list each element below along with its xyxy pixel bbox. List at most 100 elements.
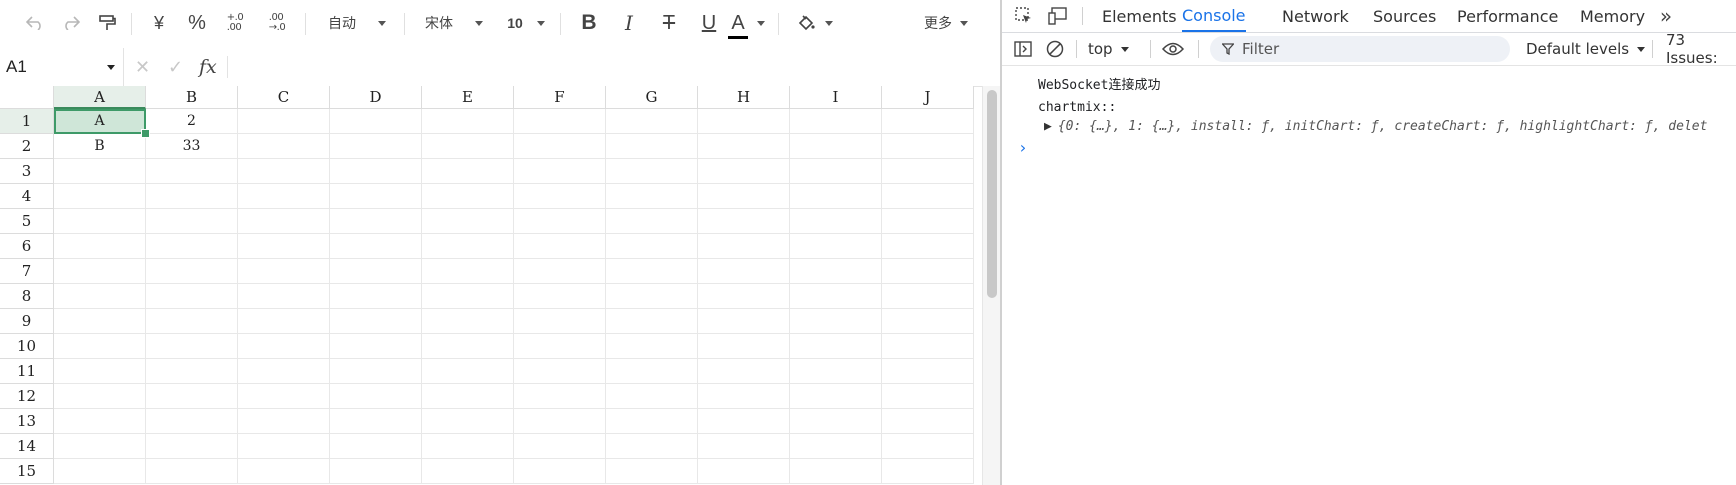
cell-g15[interactable] bbox=[606, 459, 698, 484]
cell-i15[interactable] bbox=[790, 459, 882, 484]
cell-d3[interactable] bbox=[330, 159, 422, 184]
cell-c10[interactable] bbox=[238, 334, 330, 359]
cell-g14[interactable] bbox=[606, 434, 698, 459]
cell-j4[interactable] bbox=[882, 184, 974, 209]
cell-d14[interactable] bbox=[330, 434, 422, 459]
cell-f6[interactable] bbox=[514, 234, 606, 259]
row-header-9[interactable]: 9 bbox=[0, 309, 54, 334]
cell-d2[interactable] bbox=[330, 134, 422, 159]
bold-button[interactable]: B bbox=[574, 0, 604, 46]
cell-d15[interactable] bbox=[330, 459, 422, 484]
cell-g6[interactable] bbox=[606, 234, 698, 259]
cell-j13[interactable] bbox=[882, 409, 974, 434]
cell-a9[interactable] bbox=[54, 309, 146, 334]
confirm-formula-button[interactable]: ✓ bbox=[168, 48, 183, 86]
inspect-element-button[interactable] bbox=[1010, 0, 1038, 32]
cell-h1[interactable] bbox=[698, 109, 790, 134]
cell-g9[interactable] bbox=[606, 309, 698, 334]
column-header-a[interactable]: A bbox=[54, 86, 146, 109]
cell-g13[interactable] bbox=[606, 409, 698, 434]
formula-input[interactable] bbox=[232, 48, 992, 86]
cell-e5[interactable] bbox=[422, 209, 514, 234]
row-header-15[interactable]: 15 bbox=[0, 459, 54, 484]
cell-g3[interactable] bbox=[606, 159, 698, 184]
cancel-formula-button[interactable]: ✕ bbox=[135, 48, 150, 86]
cell-e2[interactable] bbox=[422, 134, 514, 159]
more-tabs-button[interactable]: » bbox=[1654, 0, 1678, 32]
cell-g8[interactable] bbox=[606, 284, 698, 309]
cell-f13[interactable] bbox=[514, 409, 606, 434]
cell-j15[interactable] bbox=[882, 459, 974, 484]
format-painter-button[interactable] bbox=[92, 0, 122, 46]
cell-g10[interactable] bbox=[606, 334, 698, 359]
redo-button[interactable] bbox=[56, 0, 86, 46]
column-header-d[interactable]: D bbox=[330, 86, 422, 109]
expand-triangle-icon[interactable]: ▶ bbox=[1044, 119, 1052, 134]
cell-j14[interactable] bbox=[882, 434, 974, 459]
cell-f3[interactable] bbox=[514, 159, 606, 184]
cell-c9[interactable] bbox=[238, 309, 330, 334]
cell-a15[interactable] bbox=[54, 459, 146, 484]
column-header-j[interactable]: J bbox=[882, 86, 974, 109]
column-header-h[interactable]: H bbox=[698, 86, 790, 109]
cell-c11[interactable] bbox=[238, 359, 330, 384]
cell-e6[interactable] bbox=[422, 234, 514, 259]
font-family-select[interactable]: 宋体 bbox=[414, 0, 494, 46]
cell-h10[interactable] bbox=[698, 334, 790, 359]
cell-b14[interactable] bbox=[146, 434, 238, 459]
cell-e1[interactable] bbox=[422, 109, 514, 134]
cell-i12[interactable] bbox=[790, 384, 882, 409]
fill-color-button[interactable] bbox=[792, 0, 838, 46]
cell-e13[interactable] bbox=[422, 409, 514, 434]
cell-j6[interactable] bbox=[882, 234, 974, 259]
cell-i13[interactable] bbox=[790, 409, 882, 434]
cell-j5[interactable] bbox=[882, 209, 974, 234]
cell-j2[interactable] bbox=[882, 134, 974, 159]
cell-b3[interactable] bbox=[146, 159, 238, 184]
cell-c15[interactable] bbox=[238, 459, 330, 484]
cell-a1[interactable]: A bbox=[54, 109, 146, 134]
row-header-12[interactable]: 12 bbox=[0, 384, 54, 409]
cell-h12[interactable] bbox=[698, 384, 790, 409]
cell-j7[interactable] bbox=[882, 259, 974, 284]
more-button[interactable]: 更多 bbox=[918, 0, 974, 46]
cell-i14[interactable] bbox=[790, 434, 882, 459]
cell-f10[interactable] bbox=[514, 334, 606, 359]
cell-b9[interactable] bbox=[146, 309, 238, 334]
cell-a4[interactable] bbox=[54, 184, 146, 209]
row-header-10[interactable]: 10 bbox=[0, 334, 54, 359]
cell-f14[interactable] bbox=[514, 434, 606, 459]
row-header-8[interactable]: 8 bbox=[0, 284, 54, 309]
cell-b12[interactable] bbox=[146, 384, 238, 409]
cell-c7[interactable] bbox=[238, 259, 330, 284]
cell-f12[interactable] bbox=[514, 384, 606, 409]
cell-g4[interactable] bbox=[606, 184, 698, 209]
cell-a5[interactable] bbox=[54, 209, 146, 234]
column-header-g[interactable]: G bbox=[606, 86, 698, 109]
cell-c3[interactable] bbox=[238, 159, 330, 184]
cell-c6[interactable] bbox=[238, 234, 330, 259]
cell-g2[interactable] bbox=[606, 134, 698, 159]
cell-e7[interactable] bbox=[422, 259, 514, 284]
tab-memory[interactable]: Memory bbox=[1580, 0, 1645, 32]
cell-f8[interactable] bbox=[514, 284, 606, 309]
cell-d5[interactable] bbox=[330, 209, 422, 234]
row-header-6[interactable]: 6 bbox=[0, 234, 54, 259]
cell-d7[interactable] bbox=[330, 259, 422, 284]
cell-e14[interactable] bbox=[422, 434, 514, 459]
tab-sources[interactable]: Sources bbox=[1373, 0, 1436, 32]
cell-b4[interactable] bbox=[146, 184, 238, 209]
cell-b11[interactable] bbox=[146, 359, 238, 384]
cell-h14[interactable] bbox=[698, 434, 790, 459]
cell-j1[interactable] bbox=[882, 109, 974, 134]
context-select[interactable]: top bbox=[1088, 33, 1129, 65]
cell-a13[interactable] bbox=[54, 409, 146, 434]
cell-i3[interactable] bbox=[790, 159, 882, 184]
cell-h11[interactable] bbox=[698, 359, 790, 384]
name-box[interactable]: A1 bbox=[0, 48, 124, 86]
cell-e11[interactable] bbox=[422, 359, 514, 384]
cell-f4[interactable] bbox=[514, 184, 606, 209]
filter-input[interactable]: Filter bbox=[1210, 36, 1510, 62]
row-header-4[interactable]: 4 bbox=[0, 184, 54, 209]
cell-c13[interactable] bbox=[238, 409, 330, 434]
